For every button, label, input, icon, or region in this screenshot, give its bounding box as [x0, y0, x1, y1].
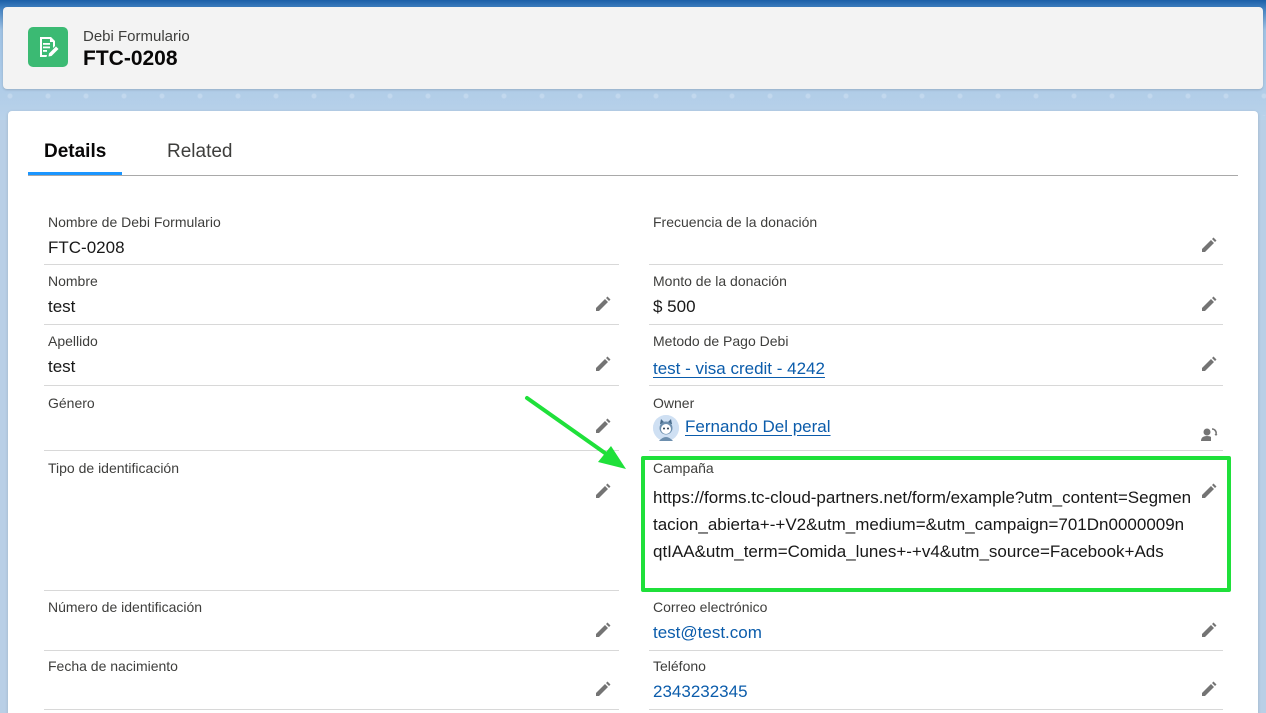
form-record-icon	[28, 27, 68, 67]
tab-details[interactable]: Details	[44, 141, 106, 175]
field-monto-donacion: Monto de la donación $ 500	[649, 273, 1223, 325]
field-nombre-formulario: Nombre de Debi Formulario FTC-0208	[44, 214, 619, 265]
active-tab-indicator	[28, 172, 122, 175]
field-label: Género	[48, 395, 95, 411]
pencil-edit-icon[interactable]	[1200, 621, 1218, 639]
field-label: Monto de la donación	[653, 273, 787, 289]
pencil-edit-icon[interactable]	[594, 417, 612, 435]
pencil-edit-icon[interactable]	[594, 680, 612, 698]
field-fecha-nacimiento: Fecha de nacimiento	[44, 658, 619, 710]
field-label: Número de identificación	[48, 599, 203, 615]
pencil-edit-icon[interactable]	[594, 621, 612, 639]
pencil-edit-icon[interactable]	[1200, 295, 1218, 313]
field-value: $ 500	[653, 297, 696, 316]
pencil-edit-icon[interactable]	[594, 295, 612, 313]
field-label: Campaña	[653, 460, 714, 476]
pencil-edit-icon[interactable]	[1200, 236, 1218, 254]
payment-method-link[interactable]: test - visa credit - 4242	[653, 359, 825, 379]
field-genero: Género	[44, 395, 619, 451]
pencil-edit-icon[interactable]	[594, 482, 612, 500]
field-apellido: Apellido test	[44, 333, 619, 386]
field-label: Correo electrónico	[653, 599, 768, 615]
tab-related[interactable]: Related	[167, 141, 233, 175]
field-metodo-pago: Metodo de Pago Debi test - visa credit -…	[649, 333, 1223, 386]
pencil-edit-icon[interactable]	[1200, 680, 1218, 698]
email-link[interactable]: test@test.com	[653, 623, 762, 643]
object-label: Debi Formulario	[83, 28, 190, 45]
pencil-edit-icon[interactable]	[1200, 482, 1218, 500]
pencil-edit-icon[interactable]	[1200, 355, 1218, 373]
field-label: Apellido	[48, 333, 98, 349]
change-owner-icon[interactable]	[1200, 425, 1218, 443]
field-tipo-identificacion: Tipo de identificación	[44, 460, 619, 591]
field-numero-identificacion: Número de identificación	[44, 599, 619, 651]
avatar	[653, 415, 679, 441]
field-owner: Owner Fernando Del peral	[649, 395, 1223, 451]
owner-link[interactable]: Fernando Del peral	[685, 417, 831, 437]
field-label: Frecuencia de la donación	[653, 214, 818, 230]
field-telefono: Teléfono 2343232345	[649, 658, 1223, 710]
field-value: FTC-0208	[48, 238, 125, 257]
tab-bar: Details Related	[28, 111, 1238, 176]
page-title: FTC-0208	[83, 47, 178, 70]
phone-link[interactable]: 2343232345	[653, 682, 748, 702]
campaign-url-value: https://forms.tc-cloud-partners.net/form…	[653, 488, 1192, 561]
field-label: Teléfono	[653, 658, 706, 674]
field-label: Nombre de Debi Formulario	[48, 214, 221, 230]
record-header: Debi Formulario FTC-0208	[3, 7, 1263, 89]
field-value: test	[48, 297, 76, 316]
field-label: Nombre	[48, 273, 98, 289]
field-value: test	[48, 357, 76, 376]
field-campana: Campaña https://forms.tc-cloud-partners.…	[649, 460, 1223, 591]
field-label: Tipo de identificación	[48, 460, 180, 476]
pencil-edit-icon[interactable]	[594, 355, 612, 373]
field-correo: Correo electrónico test@test.com	[649, 599, 1223, 651]
field-frecuencia-donacion: Frecuencia de la donación	[649, 214, 1223, 265]
field-label: Owner	[653, 395, 695, 411]
field-label: Metodo de Pago Debi	[653, 333, 789, 349]
field-label: Fecha de nacimiento	[48, 658, 178, 674]
field-nombre: Nombre test	[44, 273, 619, 325]
